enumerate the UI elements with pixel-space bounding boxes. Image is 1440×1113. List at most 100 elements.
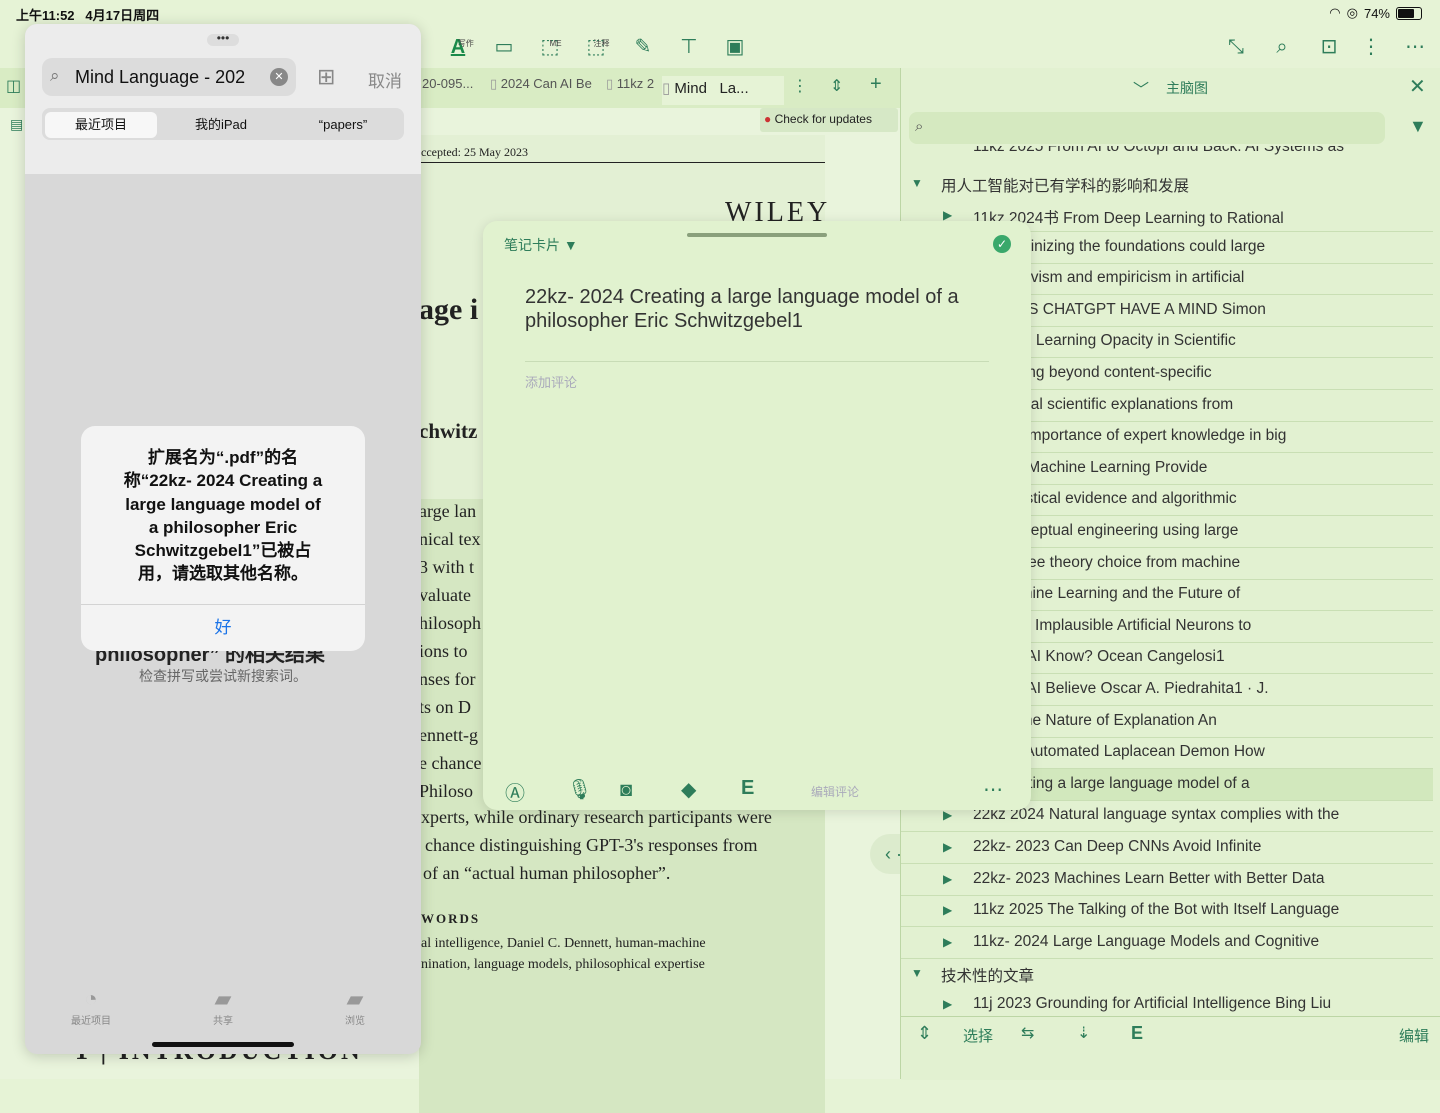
abstract-line: hilosoph bbox=[419, 613, 482, 633]
tab-more-icon[interactable]: ⋮ bbox=[792, 76, 808, 102]
search-icon: ⌕ bbox=[915, 118, 924, 135]
picker-top bbox=[25, 24, 421, 174]
paper-title-fragment: age i bbox=[419, 293, 479, 326]
rect-select-icon[interactable]: ▭ bbox=[489, 32, 519, 62]
search-value[interactable]: Mind Language - 202 bbox=[75, 67, 259, 88]
handwriting-icon[interactable]: Ⓐ bbox=[505, 777, 525, 806]
status-right: ◠ ◎ 74% bbox=[1329, 5, 1422, 21]
text-color-tool-icon[interactable]: 写作 A bbox=[443, 32, 474, 62]
cancel-button[interactable]: 取消 bbox=[368, 67, 402, 92]
tab-doc-active[interactable]: ▯ Mind La... bbox=[662, 76, 784, 105]
textbox-icon[interactable]: ⊤ bbox=[674, 32, 704, 62]
disclosure-closed-icon: ▶ bbox=[943, 840, 953, 854]
list-item[interactable]: ▶ 11kz- 2024 Large Language Models and Co… bbox=[901, 927, 1433, 959]
expand-collapse-icon[interactable]: ⇕ bbox=[917, 1023, 932, 1044]
note-card-label[interactable]: 笔记卡片 ▼ bbox=[504, 235, 578, 255]
image-icon[interactable]: ▣ bbox=[720, 32, 750, 62]
comment-input[interactable]: 添加评论 bbox=[525, 372, 577, 391]
tab-doc-3[interactable]: ▯ 11kz 2 bbox=[606, 76, 656, 102]
search-input[interactable]: ⌕ Mind Language - 202 ✕ bbox=[42, 58, 296, 96]
seg-recents[interactable]: 最近项目 bbox=[45, 112, 157, 138]
wifi-icon: ◠ bbox=[1329, 5, 1341, 20]
tabbar-browse[interactable]: ▰ 浏览 bbox=[315, 986, 395, 1027]
keywords-heading: WORDS bbox=[421, 911, 481, 926]
disclosure-closed-icon: ▶ bbox=[943, 934, 953, 949]
status-bar: 上午11:52 4月17日周四 ◠ ◎ 74% bbox=[0, 0, 1440, 24]
abstract-line: chance distinguishing GPT-3's responses … bbox=[425, 835, 758, 855]
disclosure-closed-icon: ▶ bbox=[943, 808, 953, 823]
notebook-icon[interactable]: ▤ bbox=[10, 116, 23, 133]
more-icon[interactable]: ⋯ bbox=[983, 777, 1003, 802]
abstract-line: 3 with t bbox=[419, 557, 475, 577]
close-icon[interactable]: ✕ bbox=[1409, 74, 1426, 99]
grid-view-icon[interactable]: ⊞ bbox=[317, 64, 335, 90]
vertical-more-icon[interactable]: ⋮ bbox=[1356, 32, 1386, 62]
abstract-line: ennett-g bbox=[419, 725, 478, 745]
tabbar-recents[interactable]: ◔ 最近项目 bbox=[51, 986, 131, 1027]
tab-reorder-icon[interactable]: ⇕ bbox=[830, 76, 843, 102]
tab-doc-2[interactable]: ▯ 2024 Can AI Be bbox=[490, 76, 594, 102]
accepted-date: ccepted: 25 May 2023 bbox=[421, 145, 528, 159]
disclosure-closed-icon: ▶ bbox=[943, 871, 953, 886]
status-time: 上午11:52 4月17日周四 bbox=[16, 8, 160, 23]
outline-header: ﹀ 主脑图 ✕ bbox=[901, 68, 1440, 106]
select-button[interactable]: 选择 bbox=[963, 1025, 993, 1046]
more-dots-icon[interactable]: ••• bbox=[207, 32, 239, 46]
outline-title[interactable]: 主脑图 bbox=[1166, 78, 1208, 98]
move-lock-icon[interactable]: ⇆ bbox=[1021, 1023, 1034, 1043]
seg-papers[interactable]: “papers” bbox=[284, 112, 402, 138]
battery-icon bbox=[1396, 6, 1422, 20]
list-item[interactable]: ▶ 11kz 2025 The Talking of the Bot with I… bbox=[901, 895, 1433, 928]
list-item[interactable]: ▶ 22kz- 2023 Can Deep CNNs Avoid Infinite bbox=[901, 832, 1433, 864]
abstract-line: e chance bbox=[419, 753, 482, 773]
ok-button[interactable]: 好 bbox=[81, 605, 365, 651]
clear-icon[interactable]: ✕ bbox=[270, 68, 288, 86]
more-icon[interactable]: ⋯ bbox=[1400, 32, 1430, 62]
list-item[interactable]: 11kz 2025 From AI to Octopi and Back. AI… bbox=[901, 146, 1433, 160]
seg-my-ipad[interactable]: 我的iPad bbox=[162, 112, 280, 138]
check-updates-button[interactable]: ● Check for updates bbox=[760, 108, 898, 132]
search-doc-icon[interactable]: ⌕ bbox=[1267, 32, 1297, 62]
edit-comment-button[interactable]: 编辑评论 bbox=[811, 783, 859, 800]
location-segmented-control: 最近项目 我的iPad “papers” bbox=[42, 108, 404, 140]
abstract-line: xperts, while ordinary research particip… bbox=[421, 807, 772, 827]
home-indicator bbox=[152, 1042, 294, 1047]
doc-icon: ▯ bbox=[490, 76, 501, 91]
abstract-line: valuate bbox=[419, 585, 471, 605]
outline-group-ai-impact[interactable]: ▼ 用人工智能对已有学科的影响和发展 bbox=[901, 168, 1433, 199]
annotation-tool-icon[interactable]: 注释 ⬚ bbox=[581, 32, 611, 62]
tab-add-icon[interactable]: + bbox=[870, 73, 882, 99]
author-fragment: chwitz bbox=[419, 419, 478, 443]
doc-icon: ▯ bbox=[606, 76, 617, 91]
format-icon[interactable]: E bbox=[1131, 1023, 1143, 1044]
note-title[interactable]: 22kz- 2024 Creating a large language mod… bbox=[525, 285, 995, 333]
note-card: 笔记卡片 ▼ ✓ 22kz- 2024 Creating a large lan… bbox=[483, 221, 1031, 810]
collapse-icon[interactable]: ⤡ bbox=[1221, 32, 1251, 62]
disclosure-open-icon: ▼ bbox=[911, 176, 923, 190]
disclosure-closed-icon: ▶ bbox=[943, 903, 953, 918]
tab-doc-1[interactable]: 20-095... bbox=[422, 76, 482, 102]
divider bbox=[525, 361, 989, 362]
tag-icon[interactable]: ◆ bbox=[681, 777, 696, 802]
list-item[interactable]: ▶ 22kz- 2023 Machines Learn Better with B… bbox=[901, 864, 1433, 896]
chevron-down-icon[interactable]: ﹀ bbox=[1133, 76, 1149, 100]
outline-group-technical[interactable]: ▼ 技术性的文章 bbox=[901, 958, 1433, 989]
sidebar-toggle-icon[interactable]: ◫ bbox=[6, 76, 21, 96]
camera-icon[interactable]: ◙ bbox=[620, 779, 632, 802]
check-icon[interactable]: ✓ bbox=[993, 235, 1011, 253]
filter-icon[interactable]: ▼ bbox=[1409, 116, 1427, 137]
pencil-icon[interactable]: ✎ bbox=[628, 32, 658, 62]
excerpt-tool-icon[interactable]: ME ⬚ bbox=[535, 32, 565, 62]
drag-handle[interactable] bbox=[687, 233, 827, 237]
outline-bottom-toolbar: ⇕ 选择 ⇆ ⇣ E 编辑 bbox=[901, 1016, 1440, 1080]
sort-icon[interactable]: ⇣ bbox=[1077, 1023, 1090, 1043]
format-icon[interactable]: E bbox=[741, 777, 754, 800]
bookmark-icon[interactable]: ⊡ bbox=[1314, 32, 1344, 62]
abstract-line: of an “actual human philosopher”. bbox=[423, 863, 671, 883]
edit-button[interactable]: 编辑 bbox=[1399, 1025, 1429, 1046]
tabbar-shared[interactable]: ▰ 共享 bbox=[183, 986, 263, 1027]
update-badge-icon: ● bbox=[764, 112, 772, 126]
outline-search-input[interactable]: ⌕ bbox=[909, 112, 1385, 144]
microphone-icon[interactable]: 🎙 bbox=[567, 777, 592, 802]
keywords-line: al intelligence, Daniel C. Dennett, huma… bbox=[421, 936, 706, 951]
